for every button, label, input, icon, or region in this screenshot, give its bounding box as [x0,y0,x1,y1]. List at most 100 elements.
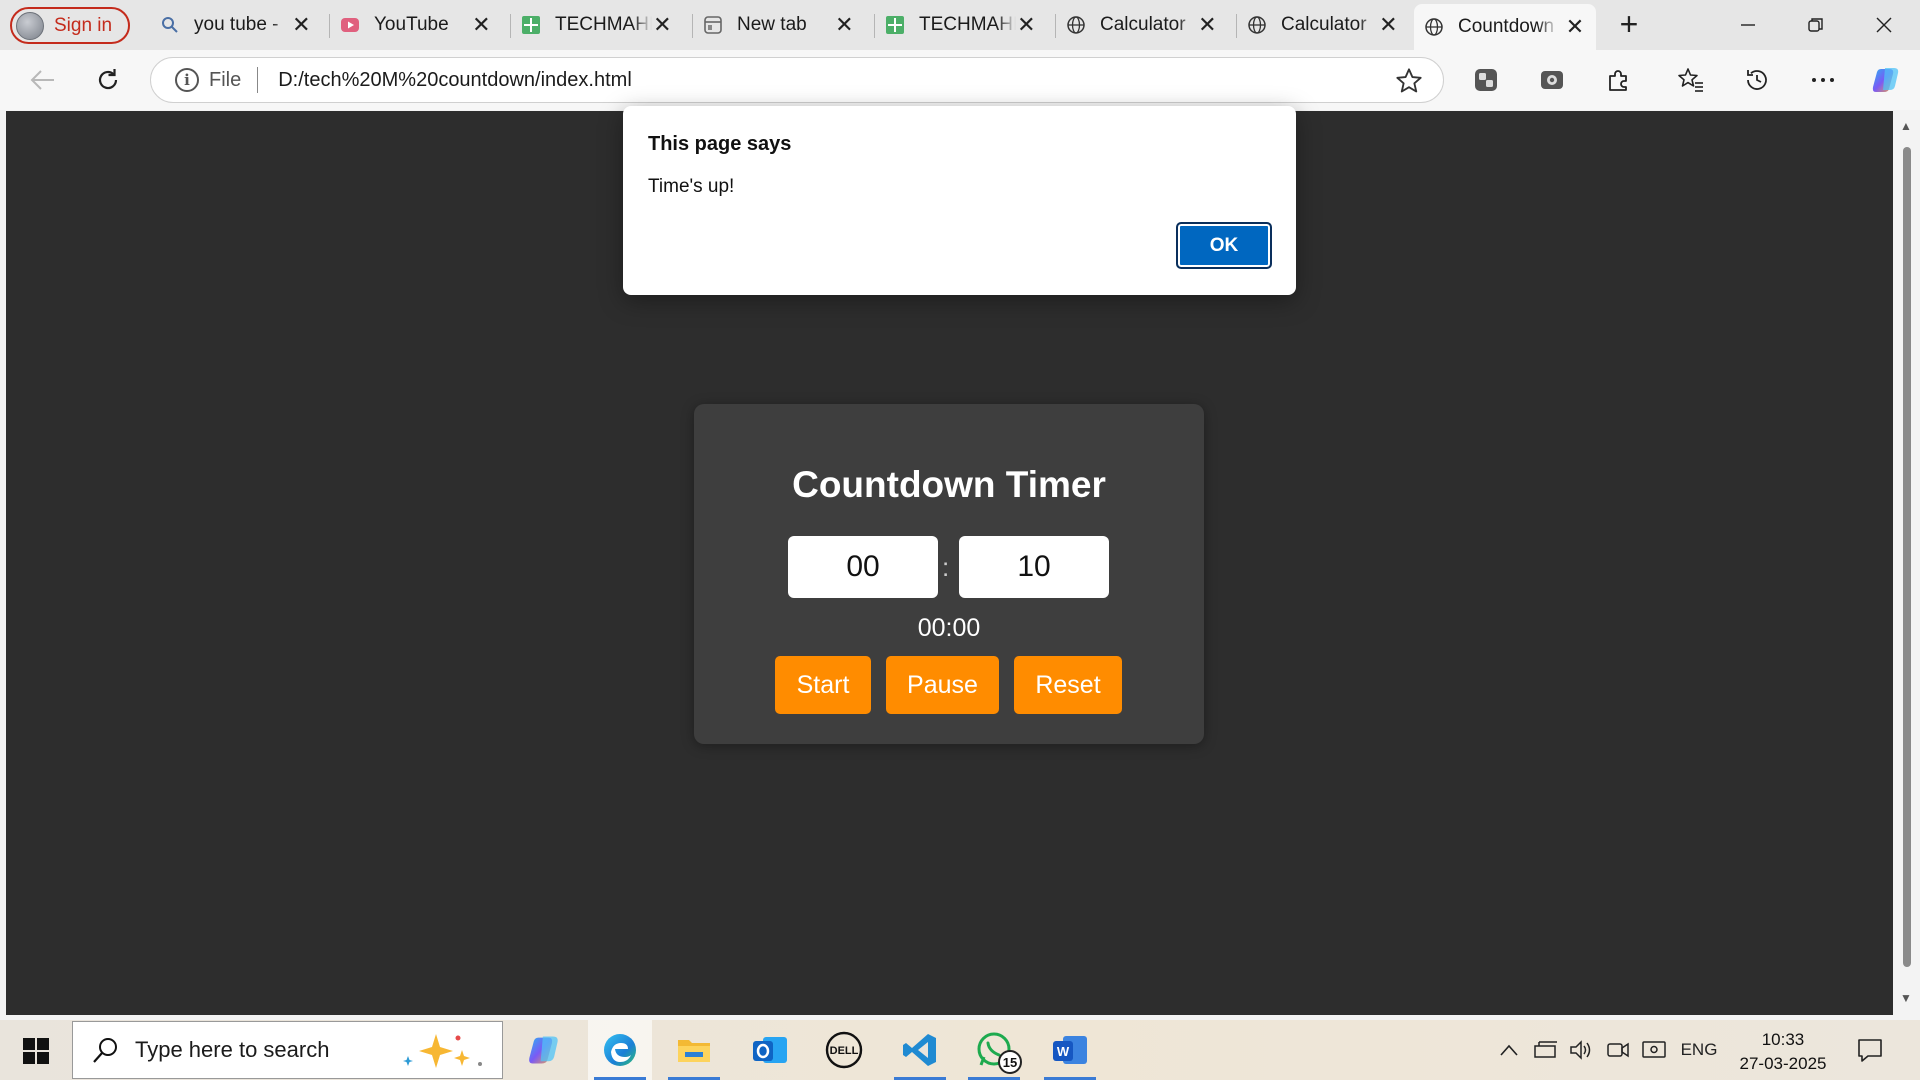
camera-icon [1607,1042,1629,1058]
taskbar-outlook[interactable] [738,1020,802,1080]
scrollbar-thumb[interactable] [1903,147,1911,967]
tab-new-tab[interactable]: New tab ✕ [693,6,865,44]
minimize-button[interactable] [1716,0,1780,50]
network-icon [1534,1041,1557,1058]
dell-icon: DELL [825,1031,863,1069]
pause-button[interactable]: Pause [886,656,999,714]
vertical-scrollbar[interactable]: ▲ ▼ [1893,111,1920,1015]
notification-icon [1858,1039,1882,1062]
close-icon [1876,17,1892,33]
back-button[interactable] [24,62,60,98]
newtab-icon [704,16,722,34]
restore-icon [1808,18,1823,32]
profile-button[interactable]: Sign in [10,7,130,44]
close-icon[interactable]: ✕ [1197,14,1218,36]
copilot-button[interactable] [1868,62,1904,98]
taskbar-edge[interactable] [588,1020,652,1080]
close-icon[interactable]: ✕ [834,14,855,36]
search-icon [162,17,178,33]
history-icon [1747,70,1767,90]
url-text[interactable]: D:/tech%20M%20countdown/index.html [278,69,632,92]
tab-title: TECHMAHI [555,14,652,35]
tab-calculator-2[interactable]: Calculator ✕ [1237,6,1409,44]
scroll-down-icon[interactable]: ▼ [1900,991,1912,1005]
battery-network-tray[interactable] [1532,1020,1560,1080]
close-icon[interactable]: ✕ [652,14,673,36]
start-menu-button[interactable] [14,1034,58,1068]
globe-icon [1425,18,1443,36]
new-tab-button[interactable]: + [1614,8,1644,42]
taskbar-search[interactable]: Type here to search [72,1021,503,1079]
tab-you-tube-search[interactable]: you tube - ✕ [150,6,322,44]
clock-date: 27-03-2025 [1739,1054,1827,1073]
svg-text:W: W [1057,1044,1070,1059]
taskbar-dell[interactable]: DELL [812,1020,876,1080]
scroll-up-icon[interactable]: ▲ [1900,119,1912,133]
favorite-star-icon[interactable] [1395,67,1423,95]
display-tray[interactable] [1640,1020,1668,1080]
tab-title: Calculator [1281,14,1367,35]
tab-youtube[interactable]: YouTube ✕ [330,6,502,44]
start-button[interactable]: Start [775,656,871,714]
dialog-message: Time's up! [648,176,735,197]
minimize-icon [1741,24,1755,26]
sheets-icon [886,16,904,34]
clock[interactable]: 10:33 27-03-2025 [1728,1028,1838,1076]
url-scheme: File [209,68,242,91]
tab-countdown[interactable]: Countdown ✕ [1414,4,1596,50]
close-icon[interactable]: ✕ [291,14,312,36]
copilot-icon [529,1036,558,1064]
address-bar[interactable]: i File D:/tech%20M%20countdown/index.htm… [150,57,1444,103]
taskbar-whatsapp[interactable]: 15 [962,1020,1026,1080]
close-icon[interactable]: ✕ [1564,16,1586,38]
close-icon[interactable]: ✕ [471,14,492,36]
tab-techmahi-1[interactable]: TECHMAHI ✕ [511,6,683,44]
notification-badge: 15 [998,1050,1022,1074]
ok-button[interactable]: OK [1176,222,1272,269]
tab-title: New tab [737,14,807,35]
settings-more-button[interactable] [1805,62,1841,98]
tab-title: YouTube [374,14,449,35]
more-dots-icon [1812,78,1834,82]
tab-strip: Sign in you tube - ✕ YouTube ✕ TECHMAHI … [0,0,1920,50]
outlook-icon [753,1037,787,1063]
word-icon: W [1053,1036,1087,1064]
taskbar-file-explorer[interactable] [662,1020,726,1080]
notifications-button[interactable] [1848,1020,1892,1080]
close-icon[interactable]: ✕ [1016,14,1037,36]
close-icon[interactable]: ✕ [1378,14,1399,36]
tab-title: you tube - [194,14,279,35]
site-info-icon[interactable]: i [175,68,199,92]
svg-text:DELL: DELL [830,1045,859,1057]
reset-button[interactable]: Reset [1014,656,1122,714]
tab-calculator-1[interactable]: Calculator ✕ [1056,6,1228,44]
refresh-button[interactable] [90,62,126,98]
globe-icon [1248,16,1266,34]
workspaces-button[interactable] [1468,62,1504,98]
taskbar-vscode[interactable] [888,1020,952,1080]
volume-tray[interactable] [1568,1020,1596,1080]
time-separator: : [942,552,950,582]
history-button[interactable] [1739,62,1775,98]
restore-button[interactable] [1784,0,1848,50]
show-hidden-icons[interactable] [1496,1020,1522,1080]
copilot-vision-button[interactable] [1534,62,1570,98]
taskbar: Type here to search DELL 15 W ENG 10:33 … [0,1020,1920,1080]
extensions-button[interactable] [1600,62,1636,98]
media-icon [1541,71,1563,89]
workspaces-icon [1475,69,1497,91]
vscode-icon [903,1034,936,1066]
taskbar-copilot[interactable] [512,1020,576,1080]
search-icon [93,1038,117,1063]
language-indicator[interactable]: ENG [1676,1020,1722,1080]
favorites-button[interactable] [1673,62,1709,98]
tab-techmahi-2[interactable]: TECHMAHI ✕ [875,6,1047,44]
windows-logo-icon [23,1038,49,1064]
taskbar-word[interactable]: W [1038,1020,1102,1080]
browser-toolbar: i File D:/tech%20M%20countdown/index.htm… [0,50,1920,110]
meet-now-tray[interactable] [1604,1020,1632,1080]
minutes-input[interactable] [788,536,938,598]
seconds-input[interactable] [959,536,1109,598]
search-placeholder: Type here to search [135,1037,330,1062]
close-window-button[interactable] [1852,0,1916,50]
